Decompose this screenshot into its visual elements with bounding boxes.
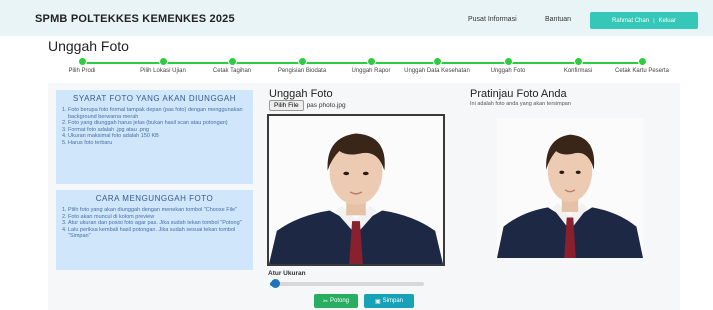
separator: | <box>653 17 655 24</box>
user-name[interactable]: Rahmat Chan <box>612 18 649 24</box>
list-item: 2. Foto yang diunggah harus jelas (bukan … <box>62 120 228 127</box>
file-name: pas photo.jpg <box>306 102 346 109</box>
step-dot <box>503 57 513 66</box>
crop-area[interactable] <box>267 114 445 266</box>
step-dot <box>297 57 307 66</box>
list-item: 3. Atur ukuran dan posisi foto agar pas. … <box>62 220 242 227</box>
save-button[interactable]: ▣ Simpan <box>364 294 414 308</box>
slider-handle[interactable] <box>270 279 280 288</box>
requirements-box: SYARAT FOTO YANG AKAN DIUNGGAH 1. Foto be… <box>56 90 253 184</box>
step-label: Pilih Lokasi Ujian <box>140 68 186 74</box>
resize-label: Atur Ukuran <box>268 270 306 277</box>
crop-button-label: Potong <box>330 298 350 304</box>
step-unggah-kesehatan[interactable]: Unggah Data Kesehatan <box>397 57 477 75</box>
brand-title[interactable]: SPMB POLTEKKES KEMENKES 2025 <box>35 13 235 25</box>
step-dot <box>158 57 168 66</box>
step-label: Unggah Data Kesehatan <box>404 68 470 74</box>
howto-box: CARA MENGUNGGAH FOTO 1. Pilih foto yang a… <box>56 190 253 270</box>
resize-slider[interactable] <box>270 279 424 288</box>
step-pilih-prodi[interactable]: Pilih Prodi <box>42 57 122 75</box>
save-icon: ▣ <box>374 298 381 305</box>
page-title: Unggah Foto <box>48 38 129 54</box>
step-label: Cetak Tagihan <box>212 68 252 74</box>
save-button-label: Simpan <box>382 298 403 304</box>
nav-link-help[interactable]: Bantuan <box>545 16 571 23</box>
crop-icon: ✂ <box>322 298 328 305</box>
top-navbar: SPMB POLTEKKES KEMENKES 2025 Pusat Infor… <box>0 0 713 36</box>
step-pilih-lokasi[interactable]: Pilih Lokasi Ujian <box>123 57 203 75</box>
list-item: 3. Format foto adalah .jpg atau .png <box>62 126 150 133</box>
list-item: 1. Pilih foto yang akan diunggah dengan m… <box>62 207 238 213</box>
step-dot <box>366 57 376 66</box>
step-dot <box>637 57 647 66</box>
list-item: 2. Foto akan muncul di kolom preview <box>62 213 155 220</box>
nav-link-info[interactable]: Pusat Informasi <box>468 16 517 23</box>
file-input[interactable]: Pilih File pas photo.jpg <box>269 100 346 111</box>
step-cetak-kartu[interactable]: Cetak Kartu Peserta <box>602 57 682 75</box>
step-biodata[interactable]: Pengisian Biodata <box>262 57 342 75</box>
preview-image <box>497 118 643 258</box>
step-dot <box>227 57 237 66</box>
upload-title: Unggah Foto <box>269 88 333 100</box>
step-unggah-foto[interactable]: Unggah Foto <box>468 57 548 75</box>
preview-photo <box>497 118 643 258</box>
preview-title: Pratinjau Foto Anda <box>470 88 567 100</box>
step-label: Pilih Prodi <box>68 68 96 74</box>
user-menu-button[interactable]: Rahmat Chan | Keluar <box>590 12 698 29</box>
logout-link[interactable]: Keluar <box>659 18 676 24</box>
list-item: 4. Ukuran maksimal foto adalah 150 KB <box>62 133 159 140</box>
step-dot <box>573 57 583 66</box>
step-dot <box>77 57 87 66</box>
howto-title: CARA MENGUNGGAH FOTO <box>95 194 214 203</box>
step-label: Unggah Foto <box>490 68 526 74</box>
crop-button[interactable]: ✂ Potong <box>314 294 358 308</box>
step-label: Cetak Kartu Peserta <box>614 68 670 74</box>
list-item: 4. Lalu periksa kembali hasil potongan. J… <box>62 226 236 240</box>
choose-file-button[interactable]: Pilih File <box>269 100 304 111</box>
photo-image <box>269 116 443 264</box>
step-label: Pengisian Biodata <box>277 68 327 74</box>
preview-subtitle: Ini adalah foto anda yang akan tersimpan <box>470 101 571 107</box>
list-item: 1. Foto berupa foto formal tampak depan (… <box>62 107 243 120</box>
requirements-title: SYARAT FOTO YANG AKAN DIUNGGAH <box>72 94 237 103</box>
list-item: 5. Harus foto terbaru <box>62 139 113 146</box>
step-cetak-tagihan[interactable]: Cetak Tagihan <box>192 57 272 75</box>
step-dot <box>432 57 442 66</box>
